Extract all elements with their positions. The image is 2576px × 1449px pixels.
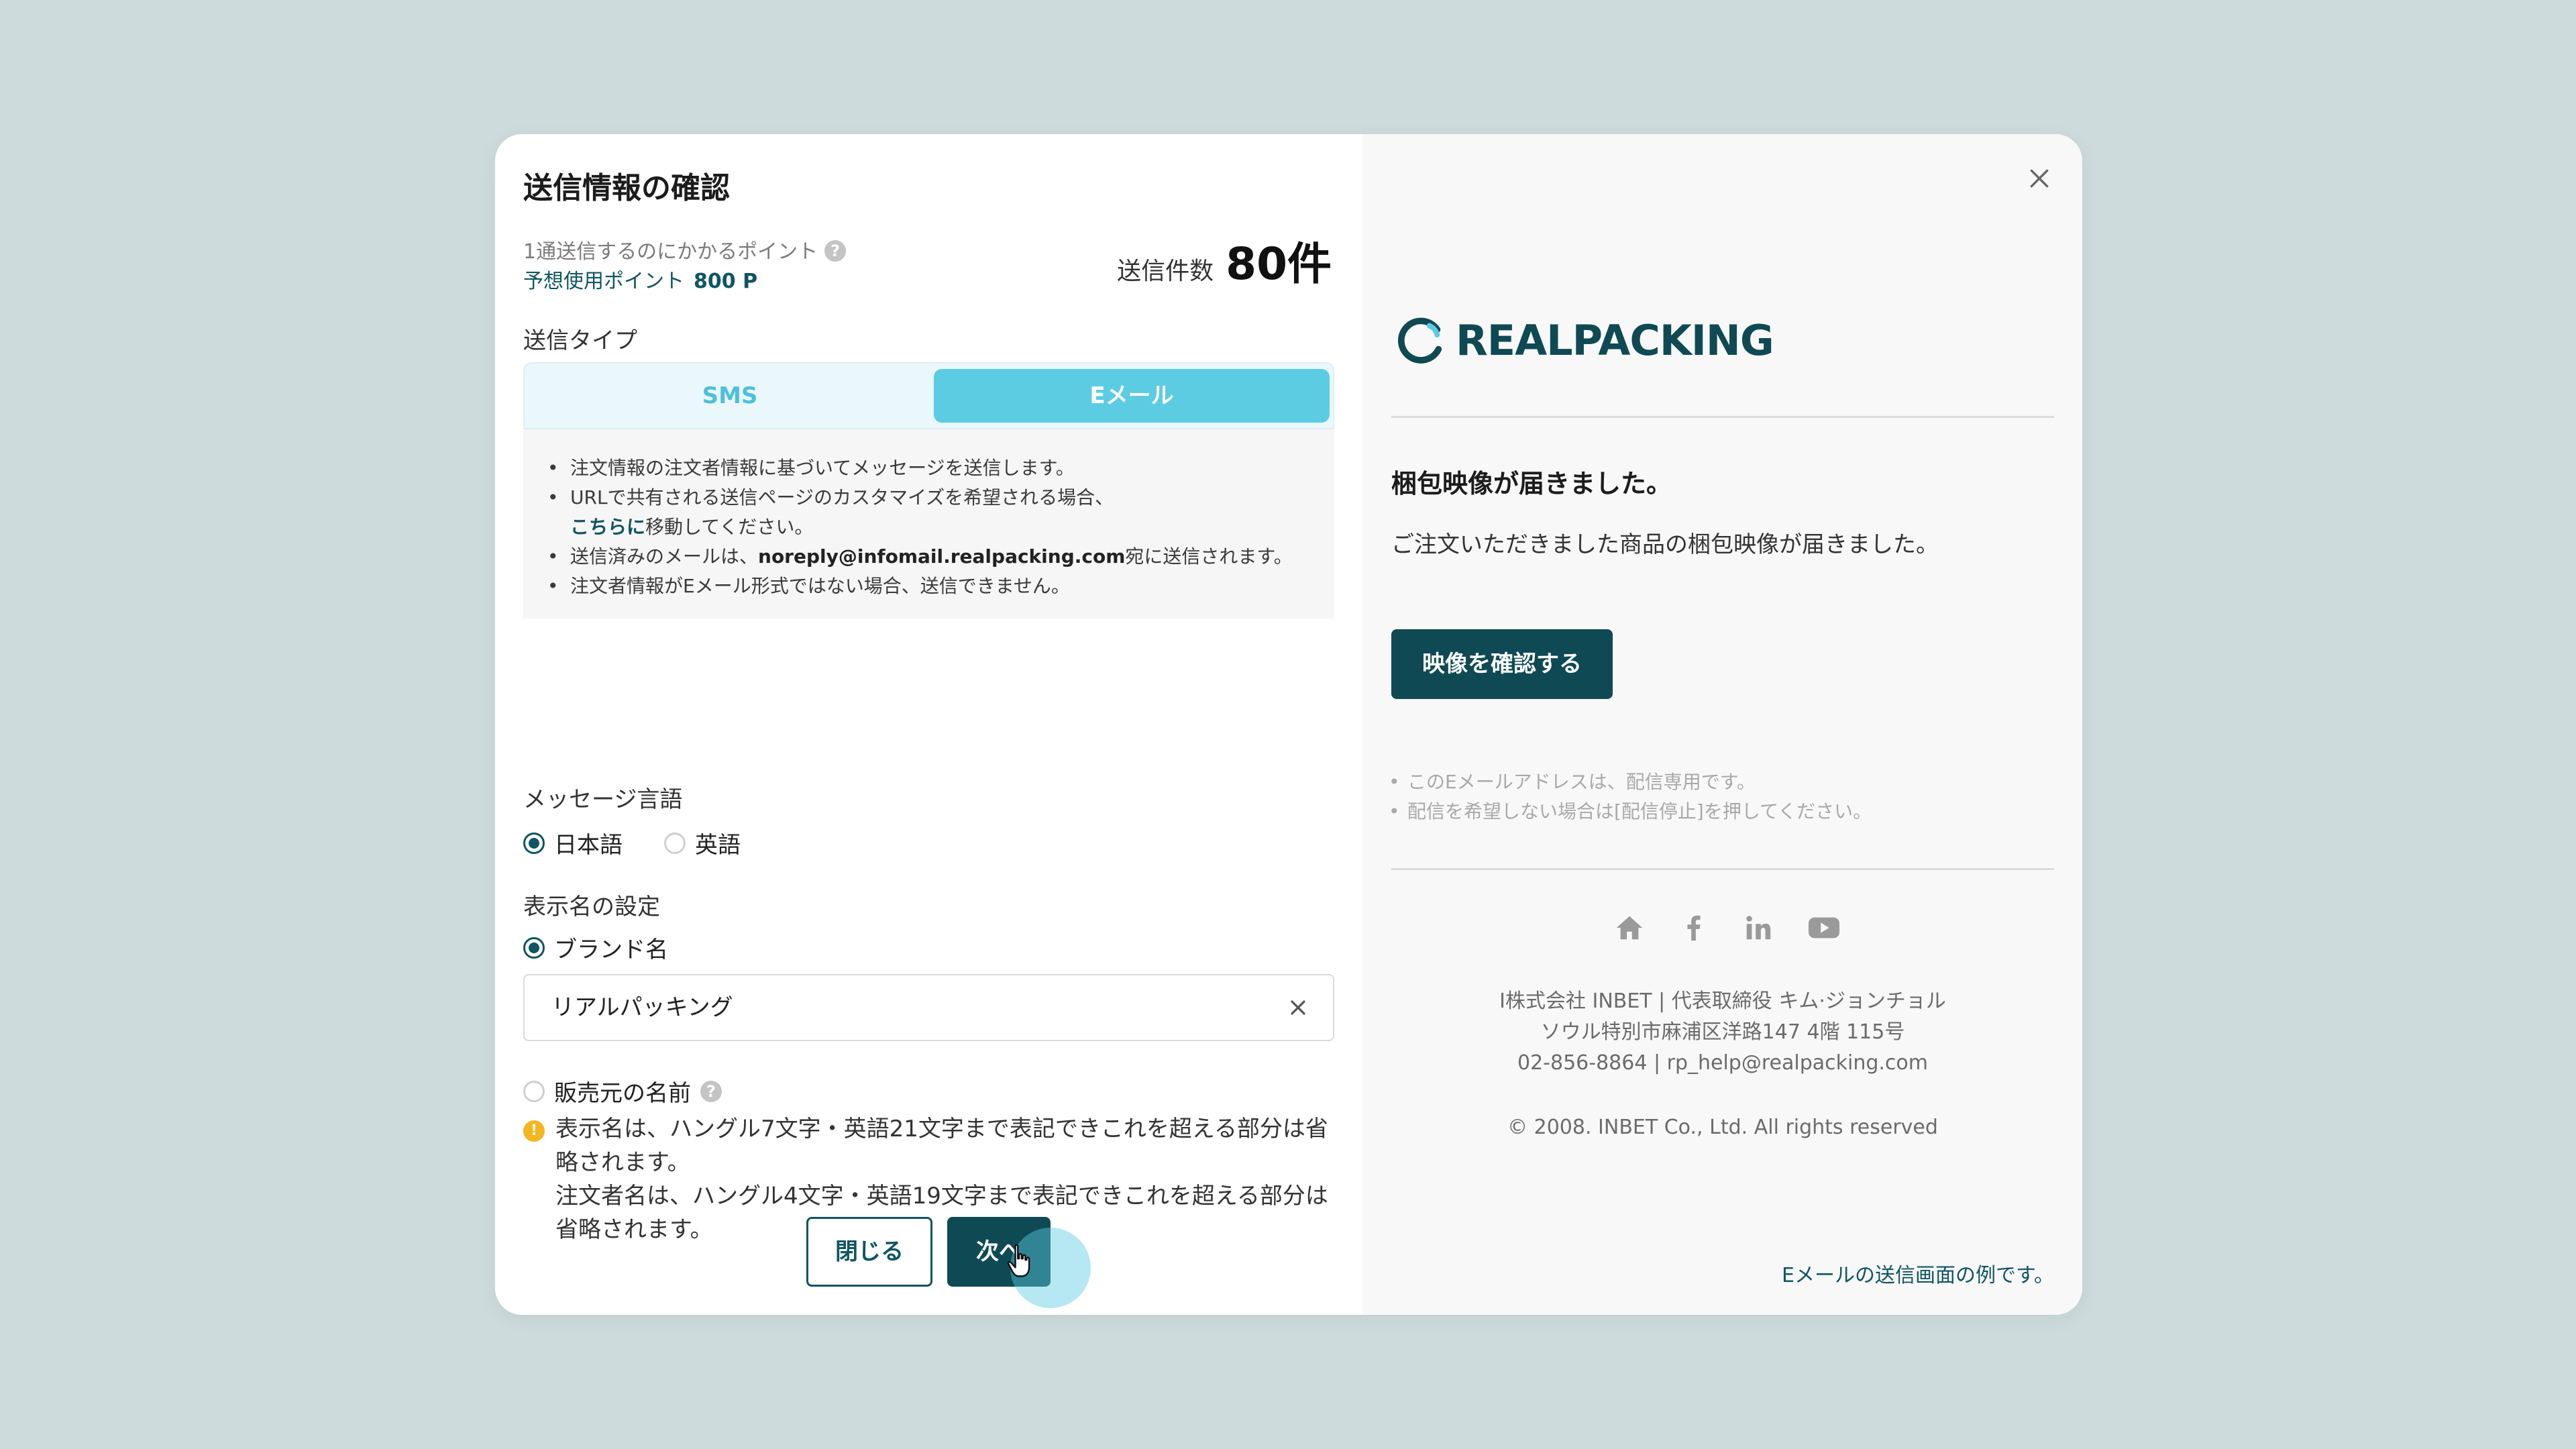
customize-link[interactable]: こちらに [570, 516, 645, 538]
example-note: Eメールの送信画面の例です。 [1782, 1264, 2054, 1287]
send-type-tabs: SMS Eメール [523, 362, 1334, 429]
send-count: 送信件数 80件 [1117, 228, 1332, 292]
preview-note-item: 配信を希望しない場合は[配信停止]を押してください。 [1389, 797, 1872, 826]
modal-title: 送信情報の確認 [523, 171, 730, 205]
brand-name-input[interactable]: リアルパッキング [523, 974, 1334, 1041]
send-count-value: 80件 [1226, 238, 1332, 290]
radio-english[interactable]: 英語 [664, 826, 741, 859]
display-name-label: 表示名の設定 [523, 894, 660, 920]
home-icon[interactable] [1614, 912, 1645, 943]
preview-message-body: ご注文いただきました商品の梱包映像が届きました。 [1391, 531, 1939, 558]
tab-email[interactable]: Eメール [934, 369, 1330, 423]
preview-message-title: 梱包映像が届きました。 [1391, 469, 1672, 498]
estimated-points-value: 800 P [694, 270, 758, 293]
help-icon[interactable]: ? [824, 239, 847, 262]
preview-note-item: このEメールアドレスは、配信専用です。 [1389, 767, 1872, 797]
copyright: © 2008. INBET Co., Ltd. All rights reser… [1507, 1116, 1938, 1139]
logo-text: REALPACKING [1456, 315, 1774, 365]
view-video-button[interactable]: 映像を確認する [1391, 629, 1613, 699]
preview-notes: このEメールアドレスは、配信専用です。 配信を希望しない場合は[配信停止]を押し… [1389, 767, 1872, 826]
estimated-points: 予想使用ポイント 800 P [523, 270, 758, 293]
info-icon: ! [523, 1120, 545, 1142]
radio-button[interactable] [664, 832, 686, 854]
facebook-icon[interactable] [1678, 912, 1709, 943]
close-icon[interactable] [2026, 165, 2053, 192]
radio-seller-name[interactable]: 販売元の名前 ? [523, 1075, 722, 1108]
radio-button-checked[interactable] [523, 936, 545, 959]
radio-button[interactable] [523, 1080, 545, 1102]
send-count-label: 送信件数 [1117, 258, 1214, 285]
clear-icon[interactable] [1286, 996, 1310, 1020]
tab-sms[interactable]: SMS [529, 369, 931, 423]
noreply-email: noreply@infomail.realpacking.com [758, 545, 1126, 568]
youtube-icon[interactable] [1807, 912, 1841, 943]
settings-panel: 送信情報の確認 1通送信するのにかかるポイント? 予想使用ポイント 800 P 送… [495, 134, 1362, 1315]
note-item: 送信済みのメールは、noreply@infomail.realpacking.c… [547, 542, 1307, 572]
company-info: I株式会社 INBET | 代表取締役 キム·ジョンチョル ソウル特別市麻浦区洋… [1499, 989, 1946, 1075]
send-confirm-modal: 送信情報の確認 1通送信するのにかかるポイント? 予想使用ポイント 800 P 送… [495, 134, 2082, 1315]
social-links [1614, 912, 1841, 943]
radio-button-checked[interactable] [523, 832, 545, 854]
divider [1391, 868, 2054, 870]
realpacking-logo: REALPACKING [1394, 314, 1774, 366]
send-type-label: 送信タイプ [523, 327, 637, 354]
radio-brand-name[interactable]: ブランド名 [523, 931, 668, 964]
divider [1391, 416, 2054, 418]
cost-per-message-label: 1通送信するのにかかるポイント? [523, 235, 847, 264]
close-button[interactable]: 閉じる [806, 1217, 932, 1287]
note-item-cont: .no-bullet::before{content:""!important;… [570, 516, 814, 538]
linkedin-icon[interactable] [1743, 912, 1774, 943]
hand-cursor-icon [1007, 1244, 1030, 1277]
note-item: 注文者情報がEメール形式ではない場合、送信できません。 [547, 572, 1307, 601]
send-notes: 注文情報の注文者情報に基づいてメッセージを送信します。 URLで共有される送信ペ… [523, 429, 1334, 619]
logo-icon [1398, 317, 1442, 364]
message-language-label: メッセージ言語 [523, 786, 683, 813]
help-icon[interactable]: ? [700, 1080, 722, 1102]
note-item: URLで共有される送信ページのカスタマイズを希望される場合、 [547, 483, 1307, 513]
radio-japanese[interactable]: 日本語 [523, 826, 623, 859]
note-item: 注文情報の注文者情報に基づいてメッセージを送信します。 [547, 453, 1307, 483]
